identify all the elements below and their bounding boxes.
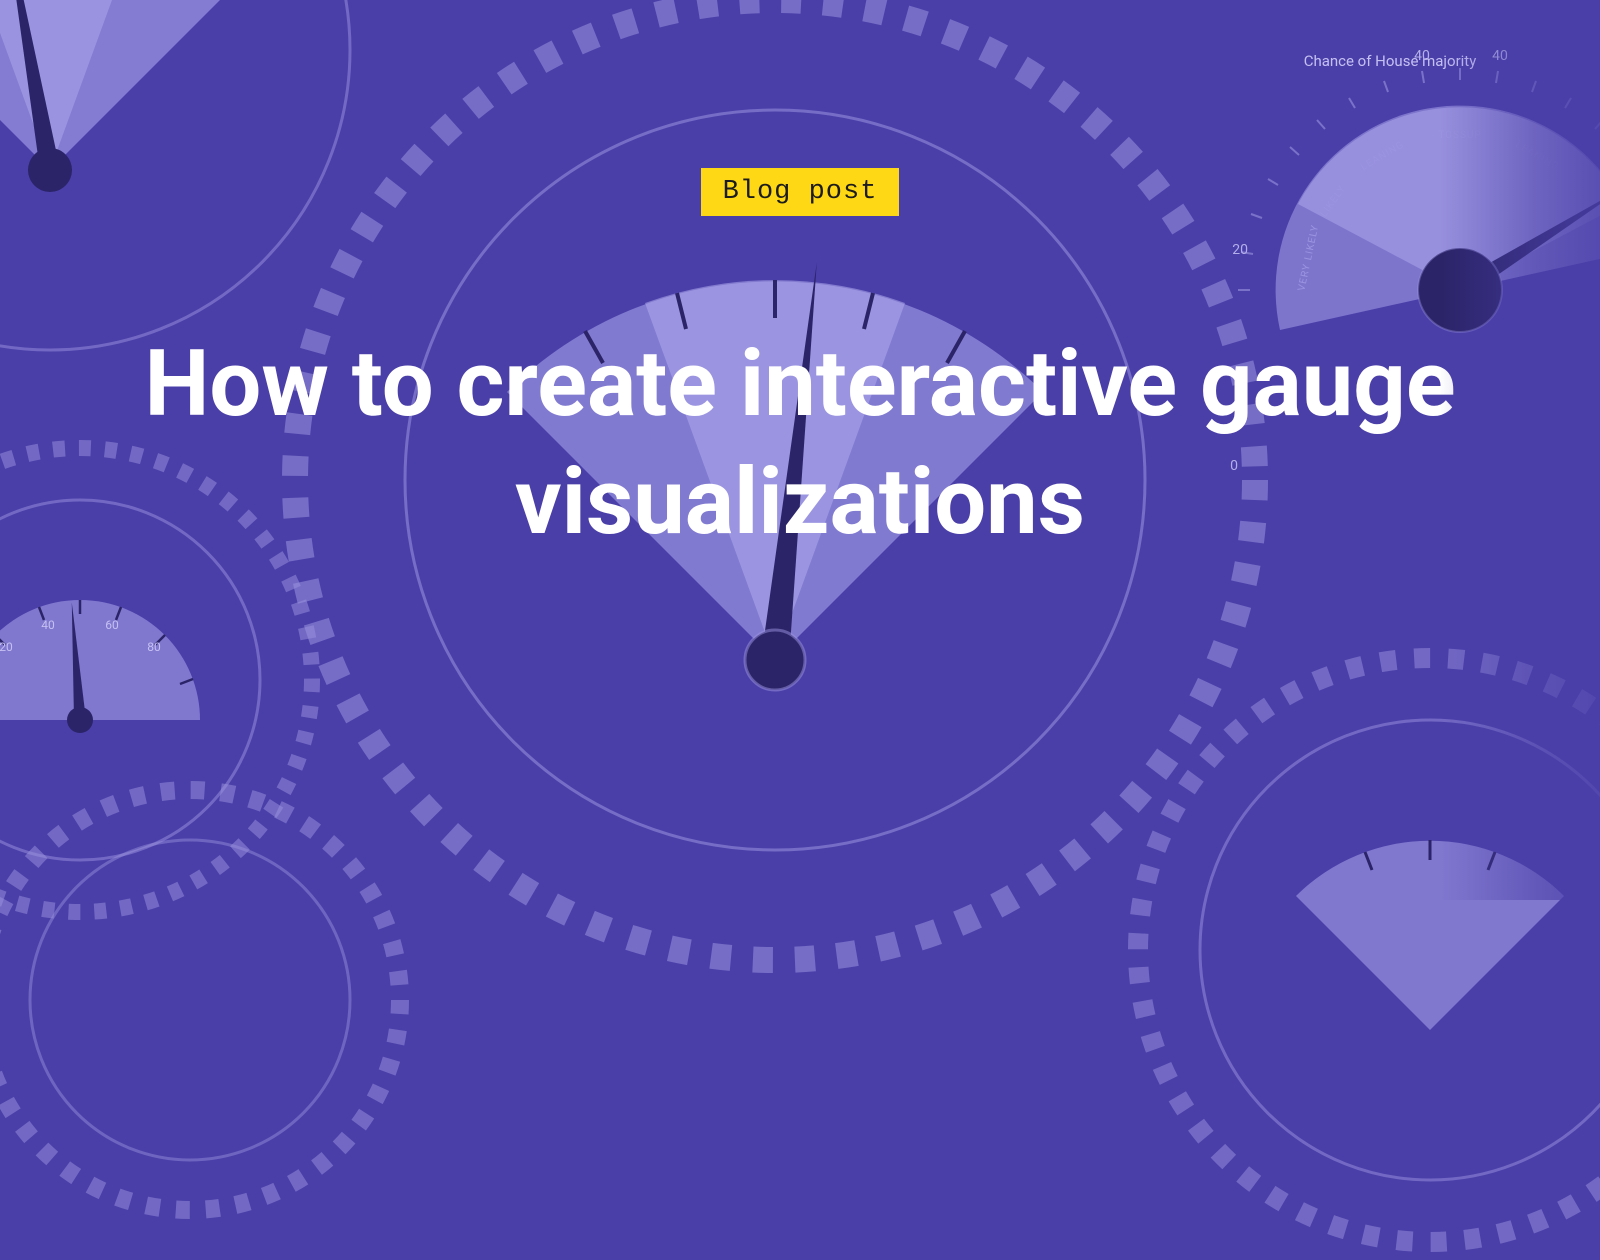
badge-label: Blog post [723,177,878,207]
category-badge: Blog post [701,168,900,216]
page-title: How to create interactive gauge visualiz… [100,326,1500,562]
